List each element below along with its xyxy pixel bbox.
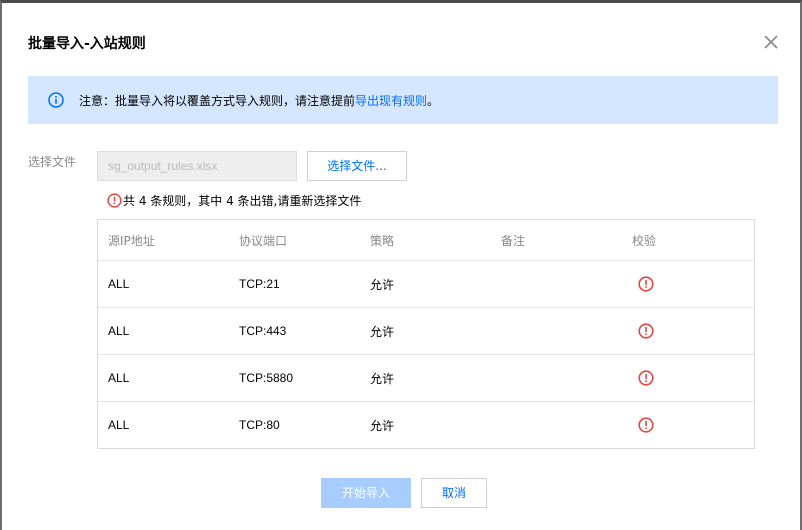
- header-protocol-port: 协议端口: [239, 233, 288, 248]
- cancel-button[interactable]: 取消: [421, 478, 487, 508]
- notice-text: 注意：批量导入将以覆盖方式导入规则，请注意提前: [79, 93, 356, 108]
- cell-source-ip: ALL: [108, 324, 130, 338]
- header-policy: 策略: [370, 233, 395, 248]
- cell-validation: [622, 323, 754, 339]
- cell-policy: 允许: [370, 277, 395, 292]
- table-row: ALL TCP:443 允许: [98, 307, 754, 354]
- error-circle-icon: [107, 193, 122, 208]
- cell-policy: 允许: [370, 324, 395, 339]
- file-path-field: sg_output_rules.xlsx: [97, 151, 297, 181]
- table-row: ALL TCP:80 允许: [98, 401, 754, 448]
- cell-policy: 允许: [370, 418, 395, 433]
- cell-protocol-port: TCP:21: [239, 277, 280, 291]
- import-dialog: 批量导入-入站规则 注意：批量导入将以覆盖方式导入规则，请注意提前 导出现有规则。…: [0, 0, 802, 530]
- notice-end: 。: [427, 93, 440, 108]
- file-label: 选择文件: [28, 155, 77, 169]
- cell-protocol-port: TCP:443: [239, 324, 287, 338]
- cell-source-ip: ALL: [108, 418, 130, 432]
- cell-protocol-port: TCP:80: [239, 418, 280, 432]
- error-message: 共 4 条规则，其中 4 条出错,请重新选择文件: [107, 192, 361, 209]
- error-circle-icon[interactable]: [638, 323, 654, 339]
- choose-file-button[interactable]: 选择文件...: [307, 151, 407, 181]
- error-circle-icon[interactable]: [638, 417, 654, 433]
- rules-table: 源IP地址 协议端口 策略 备注 校验 ALL TCP:21 允许 ALL TC…: [97, 219, 755, 449]
- cell-validation: [622, 276, 754, 292]
- error-text: 共 4 条规则，其中 4 条出错,请重新选择文件: [123, 194, 362, 208]
- cell-validation: [622, 370, 754, 386]
- table-row: ALL TCP:21 允许: [98, 260, 754, 307]
- info-icon: [48, 92, 64, 108]
- header-source-ip: 源IP地址: [108, 233, 155, 248]
- start-import-button[interactable]: 开始导入: [321, 478, 411, 508]
- notice-banner: 注意：批量导入将以覆盖方式导入规则，请注意提前 导出现有规则。: [28, 76, 778, 124]
- error-circle-icon[interactable]: [638, 370, 654, 386]
- table-header: 源IP地址 协议端口 策略 备注 校验: [98, 220, 754, 260]
- cell-policy: 允许: [370, 371, 395, 386]
- header-validation: 校验: [632, 233, 657, 248]
- error-circle-icon[interactable]: [638, 276, 654, 292]
- header-note: 备注: [501, 233, 526, 248]
- close-icon[interactable]: [762, 33, 780, 51]
- table-row: ALL TCP:5880 允许: [98, 354, 754, 401]
- cell-source-ip: ALL: [108, 371, 130, 385]
- cell-protocol-port: TCP:5880: [239, 371, 294, 385]
- export-rules-link[interactable]: 导出现有规则: [355, 92, 427, 109]
- dialog-title: 批量导入-入站规则: [28, 36, 146, 52]
- cell-source-ip: ALL: [108, 277, 130, 291]
- cell-validation: [622, 417, 754, 433]
